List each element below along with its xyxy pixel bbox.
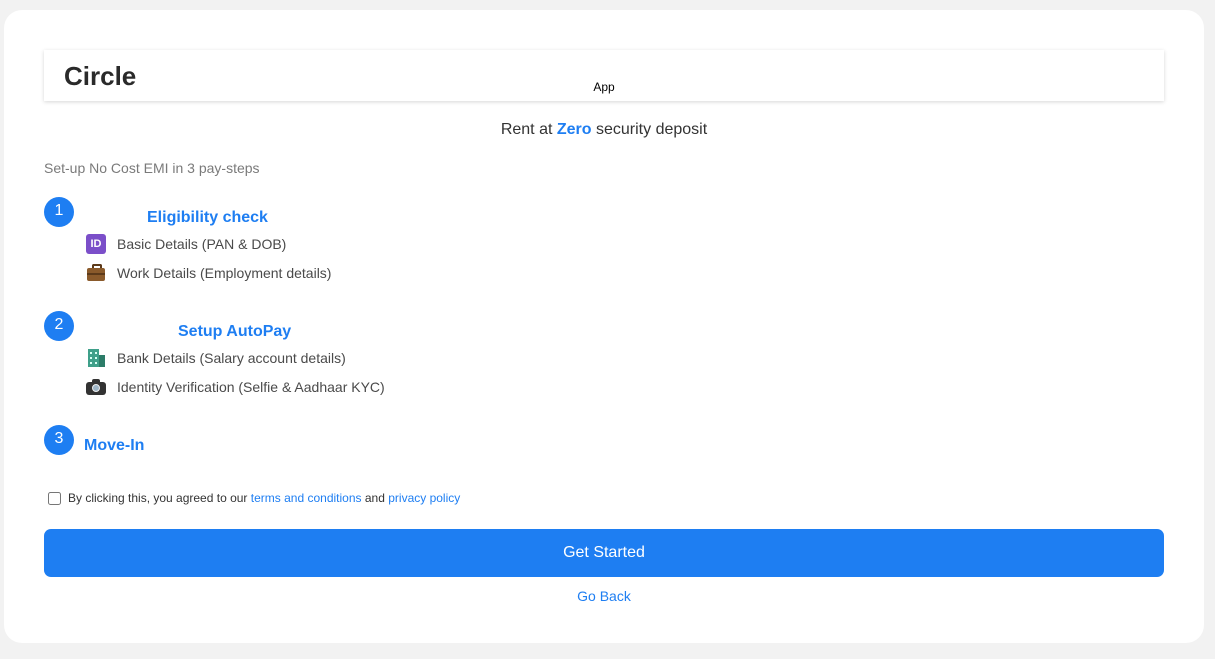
terms-consent-checkbox[interactable] (48, 491, 61, 505)
terms-and-conditions-link[interactable]: terms and conditions (251, 491, 362, 505)
app-label: App (593, 80, 615, 94)
step-title-autopay: Setup AutoPay (178, 323, 292, 340)
step-number-badge: 2 (44, 311, 74, 341)
bank-building-icon (86, 348, 106, 368)
id-icon: ID (86, 234, 106, 254)
step-title-move-in: Move-In (84, 437, 145, 454)
step-item-label: Work Details (Employment details) (117, 265, 332, 281)
get-started-button[interactable]: Get Started (44, 529, 1164, 577)
steps-subtitle: Set-up No Cost EMI in 3 pay-steps (44, 160, 260, 176)
step-item-work-details: Work Details (Employment details) (86, 262, 331, 284)
consent-text: By clicking this, you agreed to our term… (68, 491, 460, 505)
tagline-suffix: security deposit (596, 121, 708, 138)
tagline-prefix: Rent at (500, 121, 553, 138)
consent-text-mid: and (364, 491, 385, 505)
step-number-badge: 1 (44, 197, 74, 227)
go-back-link[interactable]: Go Back (4, 587, 1204, 605)
step-item-identity-verification: Identity Verification (Selfie & Aadhaar … (86, 376, 385, 398)
briefcase-icon (86, 263, 106, 283)
step-item-label: Basic Details (PAN & DOB) (117, 236, 287, 252)
onboarding-card: Circle App Rent at Zero security deposit… (4, 10, 1204, 643)
camera-icon (86, 377, 106, 397)
step-number-badge: 3 (44, 425, 74, 455)
step-item-label: Bank Details (Salary account details) (117, 350, 346, 366)
terms-consent-row: By clicking this, you agreed to our term… (48, 491, 460, 505)
privacy-policy-link[interactable]: privacy policy (388, 491, 460, 505)
tagline: Rent at Zero security deposit (4, 120, 1204, 140)
consent-text-before: By clicking this, you agreed to our (68, 491, 248, 505)
step-item-label: Identity Verification (Selfie & Aadhaar … (117, 379, 385, 395)
step-item-bank-details: Bank Details (Salary account details) (86, 347, 346, 369)
step-item-basic-details: ID Basic Details (PAN & DOB) (86, 233, 286, 255)
app-header: Circle App (44, 50, 1164, 101)
tagline-highlight: Zero (556, 121, 592, 138)
step-title-eligibility: Eligibility check (147, 209, 268, 226)
